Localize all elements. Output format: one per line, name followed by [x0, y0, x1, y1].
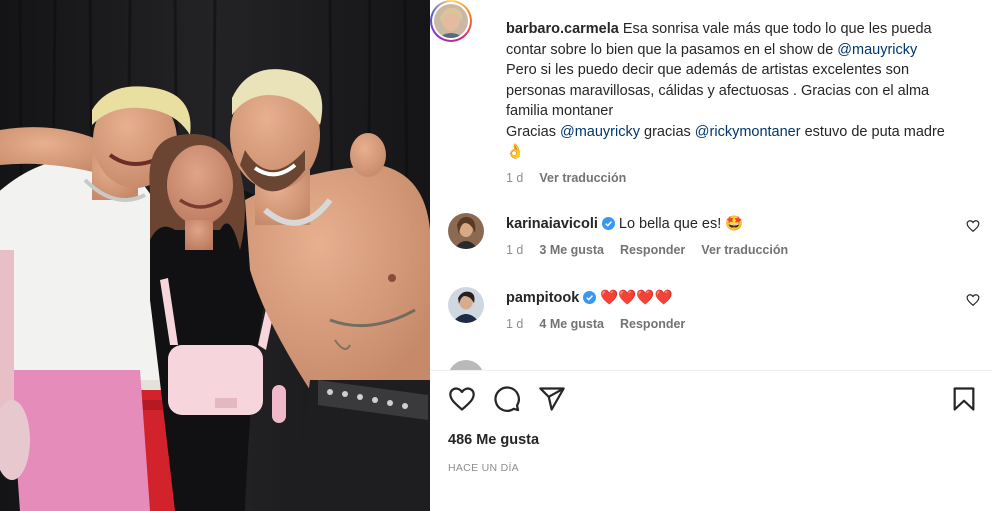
ok-hand-emoji: 👌 — [506, 144, 525, 160]
send-icon[interactable] — [538, 385, 566, 413]
commenter-avatar[interactable] — [448, 360, 484, 370]
actions-divider — [430, 370, 992, 371]
comment-meta: 1 d 3 Me gusta Responder Ver traducción — [506, 243, 788, 257]
mention-link[interactable]: @mauyricky — [837, 42, 917, 58]
comment-meta: 1 d 4 Me gusta Responder — [506, 317, 685, 331]
author-avatar-image — [434, 4, 468, 38]
commenter-username[interactable]: pampitook — [506, 290, 579, 306]
verified-badge-icon — [583, 291, 597, 304]
commenter-avatar[interactable] — [448, 287, 484, 323]
heart-icon[interactable] — [448, 385, 476, 413]
caption-text-2: Pero si les puedo decir que además de ar… — [506, 62, 930, 119]
comment-likes[interactable]: 3 Me gusta — [539, 243, 604, 257]
comments-area[interactable]: barbaro.carmela Esa sonrisa vale más que… — [430, 0, 992, 370]
author-username[interactable]: barbaro.carmela — [506, 21, 619, 37]
caption-text-5: estuvo de puta madre — [800, 123, 945, 140]
comment-body: karinaiavicoli Lo bella que es! 🤩 — [506, 215, 744, 233]
comment-like-heart-icon[interactable] — [966, 293, 980, 307]
post-photo-image — [0, 0, 430, 511]
comment-item: karinaiavicoli Lo bella que es! 🤩 1 d 3 … — [448, 213, 988, 273]
comment-body: pampitook ❤️❤️❤️❤️ — [506, 289, 673, 307]
reply-link[interactable]: Responder — [620, 243, 685, 257]
post-actions-bar — [448, 385, 978, 415]
post-details-panel: barbaro.carmela Esa sonrisa vale más que… — [430, 0, 992, 511]
commenter-avatar-image — [448, 213, 484, 249]
post-timestamp: HACE UN DÍA — [448, 462, 519, 474]
comment-time: 1 d — [506, 243, 524, 257]
author-avatar[interactable] — [430, 0, 472, 42]
caption-time: 1 d — [506, 171, 524, 185]
comment-time: 1 d — [506, 317, 524, 331]
comment-likes[interactable]: 4 Me gusta — [539, 317, 604, 331]
comment-text: ❤️❤️❤️❤️ — [600, 290, 673, 306]
caption-text-3: Gracias — [506, 123, 560, 140]
comment-icon[interactable] — [493, 385, 521, 413]
likes-count[interactable]: 486 Me gusta — [448, 432, 539, 448]
commenter-username[interactable]: karinaiavicoli — [506, 216, 598, 232]
comment-item: pampitook ❤️❤️❤️❤️ 1 d 4 Me gusta Respon… — [448, 287, 988, 347]
comment-like-heart-icon[interactable] — [966, 219, 980, 233]
verified-badge-icon — [601, 217, 615, 230]
translate-link[interactable]: Ver traducción — [701, 243, 788, 257]
caption-text-4: gracias — [639, 123, 695, 140]
comment-item-partial — [448, 360, 988, 370]
translate-link[interactable]: Ver traducción — [539, 171, 626, 185]
mention-link[interactable]: @mauyricky — [560, 124, 640, 140]
commenter-avatar[interactable] — [448, 213, 484, 249]
mention-link[interactable]: @rickymontaner — [695, 124, 801, 140]
post-photo[interactable] — [0, 0, 430, 511]
commenter-avatar-image — [448, 287, 484, 323]
caption-meta: 1 d Ver traducción — [506, 171, 626, 185]
bookmark-icon[interactable] — [950, 385, 978, 413]
reply-link[interactable]: Responder — [620, 317, 685, 331]
post-caption: barbaro.carmela Esa sonrisa vale más que… — [506, 19, 966, 163]
comment-text: Lo bella que es! 🤩 — [618, 216, 744, 232]
